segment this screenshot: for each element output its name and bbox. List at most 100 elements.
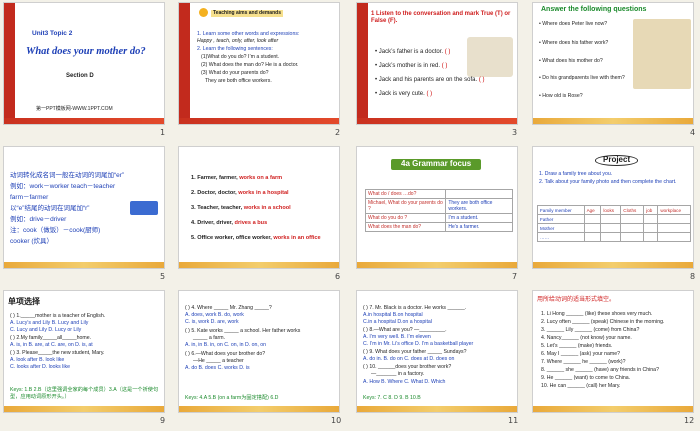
exercise-line: ( ) 10. ______does your brother work? bbox=[363, 364, 452, 370]
table-row: Mother bbox=[537, 223, 691, 233]
table-cell: Father bbox=[537, 214, 585, 224]
question-item: • How old is Rose? bbox=[539, 93, 583, 99]
family-cartoon-picture bbox=[633, 19, 691, 89]
exercise-line: C. Lucy and Lily D. Lucy or Lily bbox=[10, 327, 82, 333]
chant-place: drives a bus bbox=[234, 220, 268, 226]
slide-bottom-band bbox=[179, 118, 339, 124]
table-cell: I’m a student. bbox=[445, 213, 513, 223]
slide-number-5: 5 bbox=[160, 272, 166, 281]
slide-thumbnail-7[interactable]: 4a Grammar focus What do / does …do? Mic… bbox=[356, 146, 518, 269]
slide-bottom-band bbox=[357, 118, 517, 124]
slide-thumbnail-8[interactable]: Project 1. Draw a family tree about you.… bbox=[532, 146, 694, 269]
slide-thumbnail-12[interactable]: 用所给动词的适当形式填空。 1. Li Hong ______ (like) t… bbox=[532, 290, 694, 413]
grammar-note: 例如：work－worker teach－teacher bbox=[10, 183, 116, 190]
exercise-line: C. is, work D. are, work bbox=[185, 319, 239, 325]
slide-bottom-band bbox=[4, 118, 164, 124]
question-item: • What does his mother do? bbox=[539, 58, 603, 64]
table-row: What does the man do? He’s a farmer. bbox=[364, 222, 513, 232]
aims-line: (1)What do you do? I’m a student. bbox=[201, 54, 280, 60]
slide-title: What does your mother do? bbox=[26, 46, 146, 57]
slide-thumbnail-4[interactable]: Answer the following questions • Where d… bbox=[532, 2, 694, 125]
exercise-line: 8. ______ she ______ (have) any friends … bbox=[541, 367, 659, 373]
slide-bottom-band bbox=[533, 118, 693, 124]
slide-number-8: 8 bbox=[690, 272, 696, 281]
tf-item-text: Jack and his parents are on the sofa. bbox=[378, 77, 478, 83]
exercise-line: —_______ in a factory. bbox=[371, 371, 425, 377]
exercise-line: 6. May I ______ (ask) your name? bbox=[541, 351, 621, 357]
slide-thumbnail-11[interactable]: ( ) 7. Mr. Black is a doctor. He works _… bbox=[356, 290, 518, 413]
slide-thumbnail-3[interactable]: 1 Listen to the conversation and mark Tr… bbox=[356, 2, 518, 125]
aims-line: 1. Learn some other words and expression… bbox=[197, 31, 300, 37]
question-text: How old is Rose? bbox=[542, 93, 583, 99]
exercise-line: ( ) 7. Mr. Black is a doctor. He works _… bbox=[363, 305, 467, 311]
table-header-cell: Cloths bbox=[620, 205, 645, 215]
table-header-cell: Age bbox=[583, 205, 602, 215]
table-cell: …… bbox=[537, 232, 585, 242]
exercise-line: 4. Nancy______ (not know) your name. bbox=[541, 335, 632, 341]
exercise-line: ( ) 1._____mother is a teacher of Englis… bbox=[10, 313, 106, 319]
exercise-line: —He _____ a teacher bbox=[193, 358, 244, 364]
question-text: Where does his father work? bbox=[542, 40, 609, 46]
table-row: What do you do ? I’m a student. bbox=[364, 213, 513, 223]
slide-thumbnail-10[interactable]: ( ) 4. Where _____ Mr. Zhang _____? A. d… bbox=[178, 290, 340, 413]
exercise-line: ( ) 8.—What are you? —_________. bbox=[363, 327, 447, 333]
slide-thumbnail-9[interactable]: 单项选择 ( ) 1._____mother is a teacher of E… bbox=[3, 290, 165, 413]
exercise-line: C. looks after D. looks like bbox=[10, 364, 70, 370]
exercise-line: 9. He ______ (want) to come to China. bbox=[541, 375, 631, 381]
table-cell: What do / does …do? bbox=[364, 189, 447, 199]
exercise-line: ( ) 5. Kate works _____ a school. Her fa… bbox=[185, 328, 301, 334]
exercise-line: ( ) 6.—What does your brother do? bbox=[185, 351, 266, 357]
exercise-line: A. does, work B. do, work bbox=[185, 312, 244, 318]
answer-keys: Keys: 7. C 8. D 9. B 10.B bbox=[363, 395, 421, 401]
slide-bottom-band bbox=[179, 262, 339, 268]
table-cell: He’s a farmer. bbox=[445, 222, 513, 232]
slide-number-6: 6 bbox=[335, 272, 341, 281]
slide-number-9: 9 bbox=[160, 416, 166, 425]
table-row: Michael, What do your parents do ? They … bbox=[364, 198, 513, 214]
table-row: Father bbox=[537, 214, 691, 224]
slide-bottom-band bbox=[4, 262, 164, 268]
slide-number-12: 12 bbox=[684, 416, 695, 425]
slide-bottom-band bbox=[533, 262, 693, 268]
exercise-line: 10. He can ______ (call) her Mary. bbox=[541, 383, 621, 389]
exercise-line: 1. Li Hong ______ (like) these shoes ver… bbox=[541, 311, 653, 317]
table-cell: What does the man do? bbox=[364, 222, 447, 232]
exercise-line: C. I’m in Mr. Li’s office D. I’m a baske… bbox=[363, 341, 474, 347]
exercise-line: 7. Where ______ he ______ (work)? bbox=[541, 359, 626, 365]
slide-number-1: 1 bbox=[160, 128, 166, 137]
exercise-line: C.in a hospital D.on a hospital bbox=[363, 319, 432, 325]
chant-subject: 2. Doctor, doctor, bbox=[191, 190, 239, 196]
chant-line: 2. Doctor, doctor, works in a hospital bbox=[191, 190, 289, 197]
exercise-line: A. do B. does C. works D. is bbox=[185, 365, 250, 371]
grammar-note: 例如：drive－driver bbox=[10, 216, 67, 223]
grammar-note: 动词转化成名词一般在动词的词尾加“er” bbox=[10, 172, 125, 179]
grammar-focus-banner: 4a Grammar focus bbox=[391, 159, 482, 170]
tf-item: • Jack and his parents are on the sofa. … bbox=[375, 77, 485, 83]
table-cell: They are both office workers. bbox=[445, 198, 513, 214]
question-text: Where does Peter live now? bbox=[542, 21, 608, 27]
table-cell: Mother bbox=[537, 223, 585, 233]
answer-keys: Keys: 4.A 5.B (on a farm为固定搭配) 6.D bbox=[185, 395, 279, 401]
chant-line: 1. Farmer, farmer, works on a farm bbox=[191, 175, 282, 182]
tf-item-text: Jack is very cute. bbox=[378, 91, 425, 97]
table-header-cell: workplace bbox=[657, 205, 691, 215]
exercise-line: 5. Let’s ______ (make) friends. bbox=[541, 343, 613, 349]
slide-thumbnail-1[interactable]: Unit3 Topic 2 What does your mother do? … bbox=[3, 2, 165, 125]
project-line: 1. Draw a family tree about you. bbox=[539, 171, 613, 177]
chant-place: works in a school bbox=[243, 205, 291, 211]
slide-bottom-band bbox=[533, 406, 693, 412]
chant-subject: 4. Driver, driver, bbox=[191, 220, 235, 226]
slide-number-7: 7 bbox=[512, 272, 518, 281]
slide-thumbnail-2[interactable]: Teaching aims and demands 1. Learn some … bbox=[178, 2, 340, 125]
chant-place: works on a farm bbox=[239, 175, 283, 181]
table-row: Family member Age looks Cloths job workp… bbox=[537, 205, 691, 215]
slide-thumbnail-5[interactable]: 动词转化成名词一般在动词的词尾加“er” 例如：work－worker teac… bbox=[3, 146, 165, 269]
table-cell: What do you do ? bbox=[364, 213, 447, 223]
slide-thumbnail-6[interactable]: 1. Farmer, farmer, works on a farm 2. Do… bbox=[178, 146, 340, 269]
exercise-line: ( ) 2.My family_____all_____home. bbox=[10, 335, 92, 341]
exercise-line: A. is, in B. are, at C. are, on D. is, a… bbox=[10, 342, 93, 348]
exercise-line: ( ) 4. Where _____ Mr. Zhang _____? bbox=[185, 305, 272, 311]
question-item: • Where does his father work? bbox=[539, 40, 609, 46]
tf-item-text: Jack’s mother is in red. bbox=[378, 63, 441, 69]
exercise-line: A. in, in B. in, on C. on, in D. on, on bbox=[185, 342, 267, 348]
